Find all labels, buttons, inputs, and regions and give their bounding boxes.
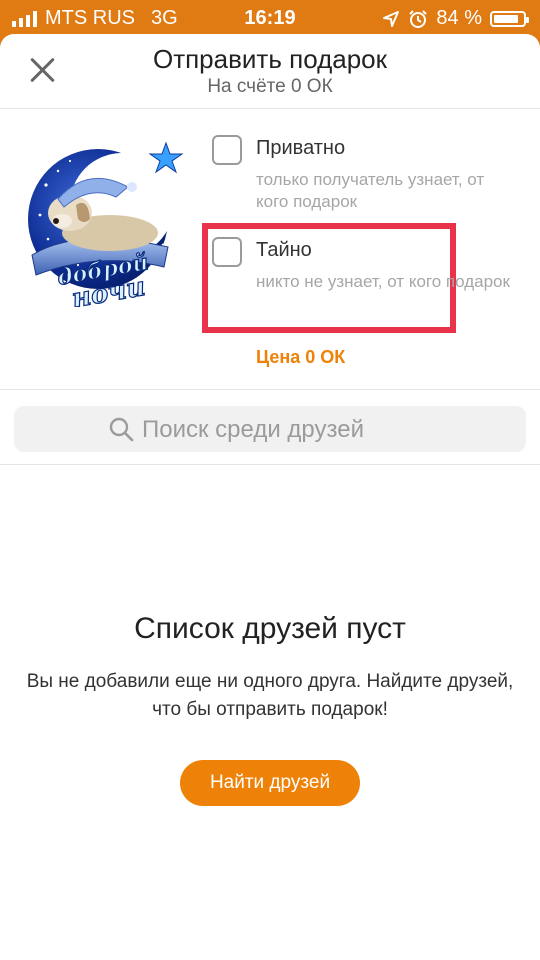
search-icon	[109, 417, 134, 442]
search-placeholder: Поиск среди друзей	[142, 416, 364, 443]
empty-state-title: Список друзей пуст	[134, 612, 406, 645]
gift-image[interactable]: доброй ночи	[18, 135, 190, 307]
sheet-header: Отправить подарок На счёте 0 ОК	[0, 34, 540, 109]
battery-percent: 84 %	[436, 7, 482, 29]
price-label: Цена 0 ОК	[256, 347, 346, 367]
status-right: 84 %	[382, 7, 529, 30]
private-description: только получатель узнает, от кого подаро…	[256, 170, 485, 211]
alarm-clock-icon	[409, 9, 428, 28]
secret-description: никто не узнает, от кого подарок	[256, 272, 510, 291]
battery-fill	[494, 14, 518, 23]
gift-area: доброй ночи Приватно только получатель у…	[0, 109, 540, 390]
search-section: Поиск среди друзей	[0, 390, 540, 465]
battery-icon	[490, 10, 529, 27]
balance-subtitle: На счёте 0 ОК	[207, 76, 333, 97]
page-title: Отправить подарок	[152, 44, 388, 74]
empty-state-text: Вы не добавили еще ни одного друга. Найд…	[26, 671, 514, 720]
secret-label: Тайно	[256, 239, 312, 261]
search-input[interactable]: Поиск среди друзей	[14, 406, 526, 452]
location-arrow-icon	[383, 10, 400, 27]
status-bar: MTS RUS 3G 16:19 84 %	[0, 0, 540, 36]
private-checkbox[interactable]	[212, 135, 242, 165]
find-friends-button[interactable]: Найти друзей	[180, 760, 360, 806]
gift-sheet: Отправить подарок На счёте 0 ОК доброй н…	[0, 34, 540, 960]
secret-checkbox[interactable]	[212, 237, 242, 267]
private-label: Приватно	[256, 137, 346, 159]
